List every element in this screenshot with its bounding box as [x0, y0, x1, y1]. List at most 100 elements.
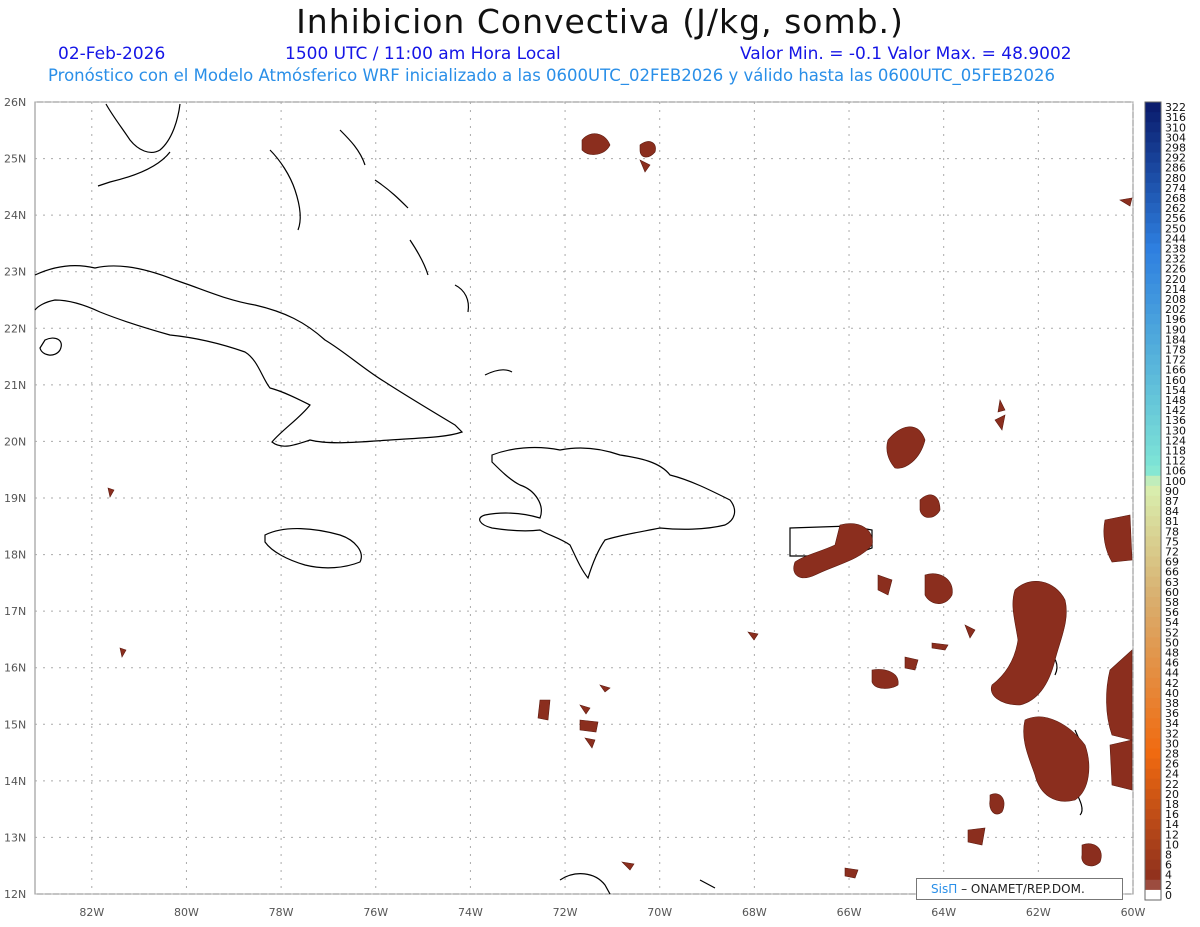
colorbar-swatch [1145, 708, 1161, 719]
colorbar-swatch [1145, 596, 1161, 608]
colorbar-swatch [1145, 162, 1161, 174]
colorbar-swatch [1145, 627, 1161, 638]
colorbar-swatch [1145, 586, 1161, 598]
colorbar-swatch [1145, 102, 1161, 113]
colorbar-swatch [1145, 859, 1161, 871]
colorbar-swatch [1145, 122, 1161, 133]
colorbar-swatch [1145, 485, 1161, 497]
lat-tick-label: 19N [4, 492, 26, 505]
colorbar-swatch [1145, 869, 1161, 881]
colorbar-swatch [1145, 697, 1161, 709]
colorbar-swatch [1145, 617, 1161, 628]
colorbar-swatch [1145, 576, 1161, 588]
colorbar-swatch [1145, 778, 1161, 790]
colorbar-swatch [1145, 273, 1161, 285]
colorbar-swatch [1145, 223, 1161, 234]
colorbar-swatch [1145, 213, 1161, 224]
lon-tick-label: 60W [1121, 906, 1146, 919]
colorbar-swatch [1145, 425, 1161, 436]
colorbar-swatch [1145, 384, 1161, 396]
colorbar-swatch [1145, 374, 1161, 386]
axis-ticks: 82W 80W 78W 76W 74W 72W 70W 68W 66W 64W 62W 60W 26N 2… [4, 96, 1146, 919]
lat-tick-label: 18N [4, 549, 26, 562]
colorbar-swatch [1145, 526, 1161, 537]
colorbar-swatch [1145, 324, 1161, 335]
lon-tick-label: 72W [553, 906, 578, 919]
colorbar-swatch [1145, 748, 1161, 760]
lon-tick-label: 68W [742, 906, 767, 919]
colorbar-swatch [1145, 687, 1161, 699]
colorbar-swatch [1145, 112, 1161, 123]
colorbar-swatch [1145, 556, 1161, 568]
credit-text: – ONAMET/REP.DOM. [961, 882, 1085, 896]
colorbar-swatch [1145, 798, 1161, 810]
colorbar-swatch [1145, 829, 1161, 840]
colorbar-swatch [1145, 768, 1161, 780]
colorbar-swatch [1145, 314, 1161, 325]
colorbar-swatch [1145, 283, 1161, 295]
colorbar-swatch [1145, 344, 1161, 356]
colorbar-swatch [1145, 253, 1161, 265]
lon-tick-label: 62W [1026, 906, 1051, 919]
lat-tick-label: 17N [4, 605, 26, 618]
colorbar-swatch [1145, 182, 1161, 194]
colorbar-swatch [1145, 203, 1161, 214]
colorbar-swatch [1145, 445, 1161, 457]
colorbar: 3223163103042982922862802742682622562502… [1144, 101, 1186, 902]
colorbar-swatch [1145, 849, 1161, 861]
colorbar-label: 0 [1165, 889, 1172, 902]
colorbar-swatch [1145, 728, 1161, 739]
lon-tick-label: 82W [79, 906, 104, 919]
colorbar-swatch [1145, 819, 1161, 830]
colorbar-swatch [1145, 263, 1161, 275]
colorbar-swatch [1145, 233, 1161, 244]
colorbar-swatch [1145, 334, 1161, 345]
colorbar-swatch [1145, 677, 1161, 689]
colorbar-swatch [1145, 415, 1161, 426]
lon-tick-label: 74W [458, 906, 483, 919]
lat-tick-label: 22N [4, 322, 26, 335]
colorbar-swatch [1145, 536, 1161, 547]
lat-tick-label: 12N [4, 888, 26, 901]
colorbar-swatch [1145, 546, 1161, 558]
colorbar-swatch [1145, 889, 1161, 901]
lon-tick-label: 78W [269, 906, 294, 919]
lat-tick-label: 13N [4, 831, 26, 844]
florida-coast [105, 103, 181, 153]
cin-shading [107, 133, 1133, 879]
colorbar-swatch [1145, 506, 1161, 517]
colorbar-swatch [1145, 738, 1161, 749]
lon-tick-label: 80W [174, 906, 199, 919]
colorbar-swatch [1145, 354, 1161, 366]
colorbar-swatch [1145, 405, 1161, 416]
colorbar-swatch [1145, 607, 1161, 618]
colorbar-swatch [1145, 465, 1161, 477]
lat-tick-label: 25N [4, 153, 26, 166]
colorbar-swatch [1145, 142, 1161, 154]
lat-tick-label: 20N [4, 435, 26, 448]
colorbar-swatch [1145, 455, 1161, 467]
colorbar-swatch [1145, 495, 1161, 507]
lat-tick-label: 26N [4, 96, 26, 109]
colorbar-swatch [1145, 304, 1161, 315]
lat-tick-label: 23N [4, 266, 26, 279]
hispaniola-coast [479, 446, 736, 580]
lon-tick-label: 64W [931, 906, 956, 919]
colorbar-swatch [1145, 809, 1161, 820]
lon-tick-label: 70W [647, 906, 672, 919]
colorbar-swatch [1145, 667, 1161, 679]
colorbar-swatch [1145, 566, 1161, 578]
map-frame [34, 101, 1134, 895]
colorbar-swatch [1145, 758, 1161, 770]
cuba-coast [34, 264, 464, 447]
colorbar-swatch [1145, 394, 1161, 406]
lat-tick-label: 14N [4, 775, 26, 788]
lat-tick-label: 24N [4, 209, 26, 222]
map-canvas: 82W 80W 78W 76W 74W 72W 70W 68W 66W 64W 62W 60W 26N 2… [4, 96, 1186, 919]
isla-juventud [39, 337, 62, 356]
colorbar-swatch [1145, 152, 1161, 164]
colorbar-swatch [1145, 718, 1161, 729]
colorbar-swatch [1145, 788, 1161, 800]
lon-tick-label: 76W [363, 906, 388, 919]
colorbar-swatch [1145, 879, 1161, 891]
